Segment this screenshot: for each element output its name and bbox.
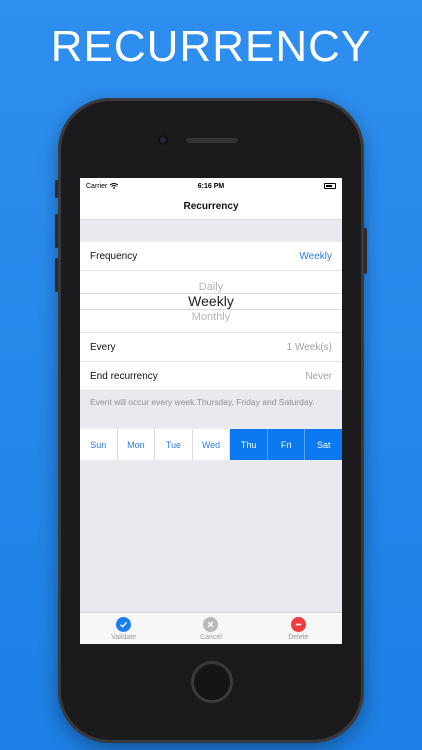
section-spacer [80,220,342,242]
end-recurrency-value[interactable]: Never [305,371,332,382]
home-button[interactable] [191,661,233,703]
picker-bottom-line [80,309,342,310]
day-fri-button[interactable]: Fri [267,429,306,460]
day-label: Thu [240,439,257,450]
close-icon [203,616,219,632]
volume-up-button [55,214,58,248]
weekday-selector: Sun Mon Tue Wed Thu Fri Sat [80,429,342,460]
day-sat-button[interactable]: Sat [305,429,342,460]
day-wed-button[interactable]: Wed [192,429,231,460]
validate-button[interactable]: Validate [94,616,154,641]
recurrence-note: Event will occur every week.Thursday, Fr… [80,391,342,429]
day-label: Tue [165,439,182,450]
day-label: Wed [201,439,221,450]
picker-option-monthly[interactable]: Monthly [80,311,342,323]
mute-switch [55,180,58,198]
status-time: 6:16 PM [197,182,225,190]
day-label: Mon [127,439,145,450]
delete-button[interactable]: Delete [268,616,328,641]
bottom-toolbar: Validate Cancel Delete [80,612,342,644]
camera-icon [158,135,168,145]
cancel-label: Cancel [200,633,222,641]
promo-title: RECURRENCY [50,22,372,71]
battery-icon [324,183,336,189]
frequency-label: Frequency [90,250,138,262]
checkmark-icon [116,616,132,632]
picker-option-weekly[interactable]: Weekly [80,293,342,309]
minus-icon [290,616,306,632]
end-recurrency-row[interactable]: End recurrency Never [80,362,342,391]
validate-label: Validate [111,633,137,641]
frequency-picker[interactable]: Daily Weekly Monthly [80,271,342,333]
delete-label: Delete [288,633,309,641]
frequency-value[interactable]: Weekly [299,251,332,262]
speaker-grille [186,138,238,143]
day-label: Sun [90,439,107,450]
every-value[interactable]: 1 Week(s) [287,342,332,353]
day-mon-button[interactable]: Mon [117,429,156,460]
day-thu-button[interactable]: Thu [230,429,268,460]
power-button [364,228,367,274]
picker-option-daily[interactable]: Daily [80,281,342,293]
day-sun-button[interactable]: Sun [80,429,118,460]
end-recurrency-label: End recurrency [90,370,158,382]
page-title: Recurrency [183,201,239,212]
frequency-row[interactable]: Frequency Weekly [80,242,342,271]
every-row[interactable]: Every 1 Week(s) [80,333,342,362]
day-tue-button[interactable]: Tue [155,429,193,460]
day-label: Fri [280,439,292,450]
day-label: Sat [317,439,331,450]
cancel-button[interactable]: Cancel [181,616,241,641]
every-label: Every [90,341,116,353]
app-screen: Carrier 6:16 PM Recurrency Frequency Wee… [80,178,342,644]
nav-bar: Recurrency [80,194,342,220]
volume-down-button [55,258,58,292]
status-bar: Carrier 6:16 PM [80,178,342,194]
